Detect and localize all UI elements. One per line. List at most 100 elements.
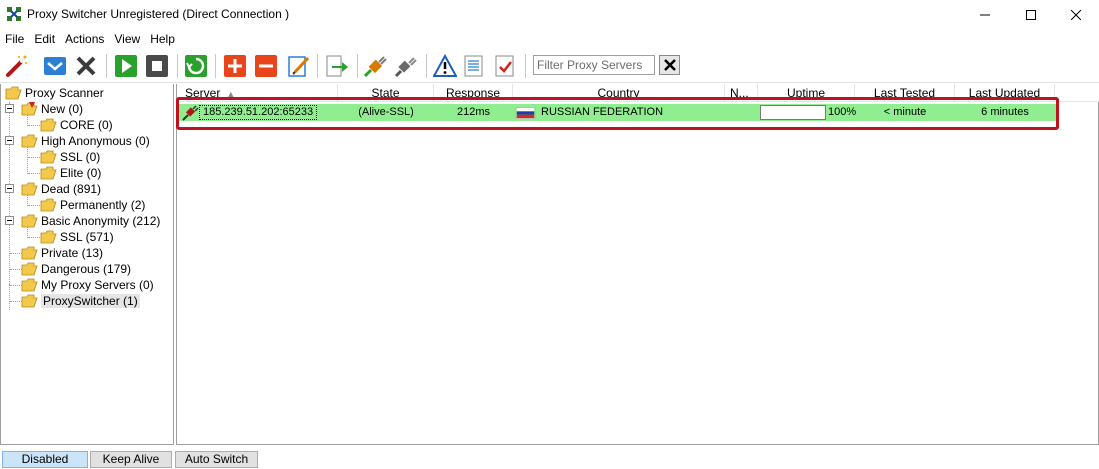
- add-button[interactable]: [222, 53, 248, 79]
- tree-node-label: Elite (0): [60, 166, 102, 180]
- auto-switch-button[interactable]: Auto Switch: [175, 451, 258, 468]
- tree-node-ssl[interactable]: SSL (0): [40, 149, 100, 165]
- title-bar: Proxy Switcher Unregistered (Direct Conn…: [0, 0, 1099, 29]
- category-tree[interactable]: Proxy Scanner New (0) CORE (0) High Anon…: [0, 84, 174, 445]
- disconnect-button[interactable]: [393, 53, 419, 79]
- tree-line: [28, 125, 40, 126]
- open-folder-icon: [40, 166, 57, 180]
- tree-node-new[interactable]: New (0): [21, 101, 83, 117]
- open-folder-icon: [21, 262, 38, 276]
- toolbar: [0, 49, 1099, 83]
- wizard-button[interactable]: [4, 53, 30, 79]
- tree-node-basic-anonymity[interactable]: Basic Anonymity (212): [21, 213, 160, 229]
- remove-button[interactable]: [253, 53, 279, 79]
- tree-line: [9, 102, 10, 310]
- tree-node-permanently[interactable]: Permanently (2): [40, 197, 145, 213]
- tree-node-label: Private (13): [41, 246, 104, 260]
- tree-node-dead[interactable]: Dead (891): [21, 181, 101, 197]
- menu-view[interactable]: View: [109, 29, 145, 49]
- start-button[interactable]: [113, 53, 139, 79]
- toolbar-separator: [317, 54, 318, 78]
- filter-clear-button[interactable]: [659, 55, 680, 75]
- toolbar-separator: [525, 54, 526, 78]
- maximize-icon: [1026, 9, 1036, 20]
- app-icon: [7, 7, 21, 21]
- minimize-icon: [980, 14, 990, 15]
- tree-line: [28, 205, 40, 206]
- open-folder-icon: [21, 182, 38, 196]
- minimize-button[interactable]: [962, 0, 1008, 29]
- window-title: Proxy Switcher Unregistered (Direct Conn…: [27, 7, 290, 21]
- menu-bar: File Edit Actions View Help: [0, 29, 1099, 49]
- stop-icon: [146, 55, 168, 77]
- open-folder-icon: [40, 150, 57, 164]
- tree-expander[interactable]: [5, 184, 14, 193]
- tree-node-proxy-scanner[interactable]: Proxy Scanner: [5, 85, 104, 101]
- maximize-button[interactable]: [1008, 0, 1054, 29]
- tree-expander[interactable]: [5, 136, 14, 145]
- tree-node-ssl-basic[interactable]: SSL (571): [40, 229, 114, 245]
- tree-node-label: New (0): [41, 102, 84, 116]
- open-folder-icon: [40, 118, 57, 132]
- status-bar: Disabled Keep Alive Auto Switch: [0, 447, 1099, 469]
- highlight-annotation: [176, 97, 1059, 130]
- clear-icon: [663, 59, 676, 71]
- refresh-icon: [185, 55, 207, 77]
- mail-icon: [44, 57, 66, 75]
- warning-icon: [433, 54, 457, 77]
- menu-edit[interactable]: Edit: [29, 29, 60, 49]
- tree-node-elite[interactable]: Elite (0): [40, 165, 101, 181]
- open-folder-icon: [5, 86, 22, 100]
- close-icon: [1071, 9, 1081, 20]
- export-button[interactable]: [324, 53, 350, 79]
- menu-help[interactable]: Help: [145, 29, 180, 49]
- mail-button[interactable]: [42, 53, 68, 79]
- toolbar-separator: [106, 54, 107, 78]
- close-button[interactable]: [1053, 0, 1099, 29]
- disabled-mode-button[interactable]: Disabled: [2, 451, 88, 468]
- connect-icon: [363, 56, 387, 78]
- toolbar-separator: [177, 54, 178, 78]
- tree-node-my-proxy-servers[interactable]: My Proxy Servers (0): [21, 277, 154, 293]
- checklist-button[interactable]: [492, 53, 518, 79]
- open-folder-icon: [21, 294, 38, 308]
- proxy-list[interactable]: Server ▲ State Response Country N... Upti…: [176, 84, 1099, 445]
- stop-button[interactable]: [144, 53, 170, 79]
- play-icon: [115, 55, 137, 77]
- toolbar-separator: [215, 54, 216, 78]
- tree-node-dangerous[interactable]: Dangerous (179): [21, 261, 131, 277]
- tree-line: [28, 157, 40, 158]
- keep-alive-button[interactable]: Keep Alive: [90, 451, 172, 468]
- tree-node-label: CORE (0): [60, 118, 113, 132]
- menu-actions[interactable]: Actions: [60, 29, 109, 49]
- tree-node-core[interactable]: CORE (0): [40, 117, 113, 133]
- tree-node-label: Dangerous (179): [41, 262, 132, 276]
- tree-node-proxyswitcher[interactable]: ProxySwitcher (1): [21, 293, 140, 309]
- tree-node-private[interactable]: Private (13): [21, 245, 103, 261]
- open-folder-icon: [40, 230, 57, 244]
- disconnect-icon: [394, 57, 417, 78]
- tree-node-label: SSL (571): [60, 230, 114, 244]
- tree-node-label: Proxy Scanner: [25, 86, 104, 100]
- connect-button[interactable]: [362, 53, 388, 79]
- tree-node-high-anonymous[interactable]: High Anonymous (0): [21, 133, 150, 149]
- remove-icon: [255, 55, 277, 77]
- open-folder-icon: [21, 214, 38, 228]
- open-folder-icon: [40, 198, 57, 212]
- toolbar-separator: [426, 54, 427, 78]
- warning-button[interactable]: [432, 53, 458, 79]
- delete-icon: [76, 56, 96, 76]
- refresh-button[interactable]: [183, 53, 209, 79]
- edit-button[interactable]: [286, 53, 312, 79]
- tree-expander[interactable]: [5, 216, 14, 225]
- delete-button[interactable]: [73, 53, 99, 79]
- new-folder-icon: [21, 102, 38, 116]
- document-button[interactable]: [461, 53, 487, 79]
- menu-file[interactable]: File: [0, 29, 29, 49]
- tree-expander[interactable]: [5, 104, 14, 113]
- export-icon: [326, 55, 348, 77]
- tree-node-label: High Anonymous (0): [41, 134, 150, 148]
- open-folder-icon: [21, 278, 38, 292]
- filter-input[interactable]: [533, 55, 655, 75]
- open-folder-icon: [21, 246, 38, 260]
